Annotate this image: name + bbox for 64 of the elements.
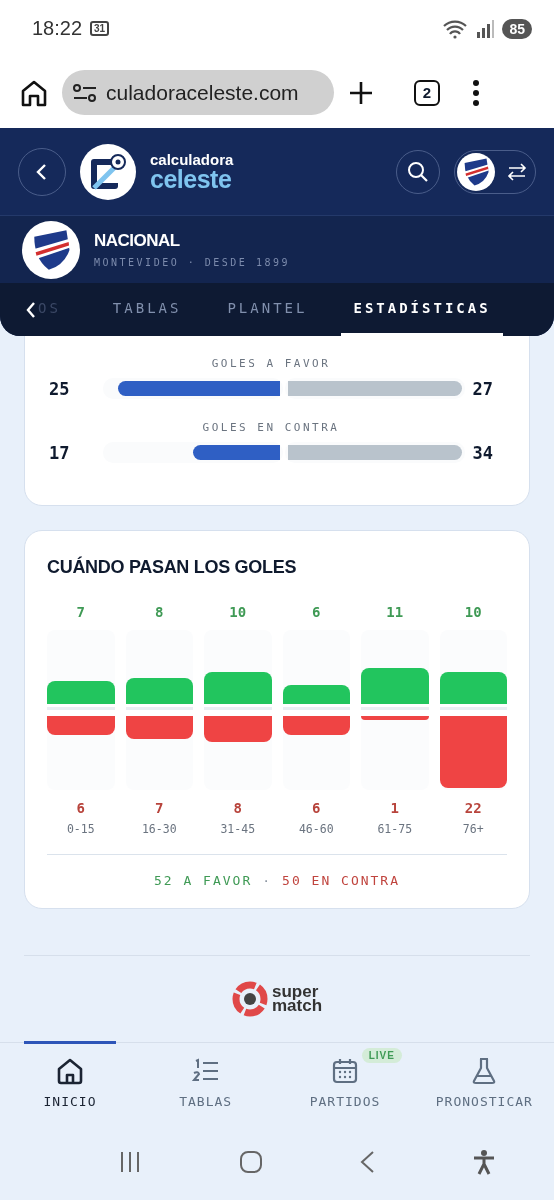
chevron-left-icon <box>35 162 49 181</box>
goals-for-value: 7 <box>76 604 85 622</box>
swap-arrows-icon <box>507 162 527 181</box>
address-bar[interactable]: culadoraceleste.com <box>62 70 334 115</box>
tab-count-button[interactable]: 2 <box>414 79 440 106</box>
back-icon[interactable] <box>359 1150 376 1174</box>
tab[interactable]: TABLAS <box>100 283 194 336</box>
url-text: culadoraceleste.com <box>106 80 299 105</box>
stat-value: 25 <box>49 378 71 399</box>
search-icon <box>407 160 429 183</box>
sponsor-name: super <box>271 984 319 999</box>
goals-for-value: 6 <box>312 604 321 622</box>
goals-against-value: 22 <box>464 800 482 816</box>
battery-level: 85 <box>502 18 532 39</box>
goals-for-value: 8 <box>155 604 164 622</box>
nav-tab[interactable]: PRONOSTICAR <box>414 1041 554 1127</box>
team-crest-icon <box>22 220 80 279</box>
calendar-icon <box>330 1056 360 1086</box>
signal-icon <box>476 19 495 38</box>
goals-against-value: 1 <box>390 800 399 816</box>
accessibility-icon[interactable] <box>471 1149 496 1175</box>
goals-for-value: 10 <box>229 604 247 622</box>
minute-range-label: 0-15 <box>66 822 95 836</box>
home-button-icon[interactable] <box>238 1150 263 1174</box>
goals-against-value: 8 <box>233 800 242 816</box>
wifi-icon <box>442 18 469 39</box>
goals-against-value: 6 <box>76 800 85 816</box>
stat-value: 27 <box>471 378 493 399</box>
goals-for-value: 11 <box>386 604 404 622</box>
home-icon <box>55 1056 85 1086</box>
separator-dot: · <box>262 873 273 888</box>
goals-against-value: 7 <box>155 800 164 816</box>
team-name: NACIONAL <box>94 231 181 251</box>
goals-for-value: 10 <box>464 604 482 622</box>
scroll-left-chevron-icon[interactable] <box>26 302 36 318</box>
plus-icon[interactable] <box>348 79 374 106</box>
goals-total: 52 A FAVOR <box>154 873 253 888</box>
minute-range-label: 16-30 <box>141 822 177 836</box>
target-logo-icon <box>231 981 268 1017</box>
minute-range-label: 76+ <box>462 822 484 836</box>
stat-value: 17 <box>49 442 71 463</box>
site-settings-icon[interactable] <box>72 81 98 104</box>
card-title: CUÁNDO PASAN LOS GOLES <box>47 557 298 578</box>
home-icon[interactable] <box>20 78 48 107</box>
stat-label: GOLES A FAVOR <box>210 357 332 370</box>
clock-time: 18:22 <box>32 17 83 40</box>
team-crest-icon <box>457 152 495 191</box>
team-subtitle: MONTEVIDEO · DESDE 1899 <box>94 257 290 268</box>
nav-tab[interactable]: INICIO <box>24 1041 116 1127</box>
goals-against-value: 6 <box>312 800 321 816</box>
logo-text: celeste <box>150 166 232 192</box>
minute-range-label: 46-60 <box>298 822 334 836</box>
sponsor-name: match <box>271 999 323 1014</box>
logo-text: calculadora <box>150 151 234 167</box>
minute-range-label: 31-45 <box>220 822 256 836</box>
menu-icon[interactable] <box>472 78 480 107</box>
live-badge: LIVE <box>361 1048 402 1063</box>
nav-tab[interactable]: TABLAS <box>136 1041 276 1127</box>
goals-total: 50 EN CONTRA <box>282 873 400 888</box>
minute-range-label: 61-75 <box>377 822 413 836</box>
stat-value: 34 <box>471 442 493 463</box>
tab[interactable]: PLANTEL <box>215 283 320 336</box>
stat-label: GOLES EN CONTRA <box>201 421 341 434</box>
calendar-date-icon: 31 <box>90 21 110 36</box>
